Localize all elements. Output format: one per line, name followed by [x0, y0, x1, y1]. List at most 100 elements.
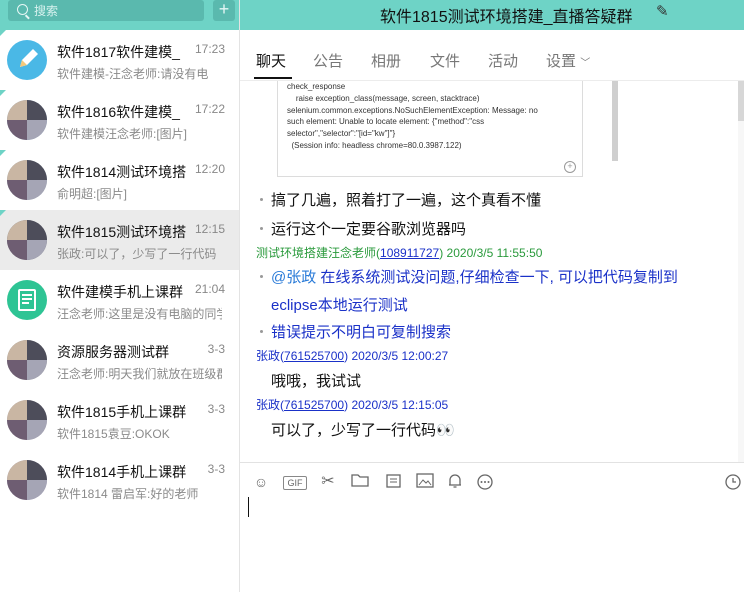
message-line-6: 哦哦，我试试 — [271, 373, 362, 390]
group-avatar — [7, 100, 47, 140]
image-scrollbar[interactable] — [612, 81, 618, 161]
conversation-preview: 俞明超:[图片] — [57, 187, 128, 201]
add-button[interactable]: + — [213, 0, 235, 21]
sender-name[interactable]: 测试环境搭建汪念老师 — [256, 246, 376, 260]
conversation-time: 21:04 — [194, 282, 225, 296]
conversation-preview: 软件1814 雷启军:好的老师 — [57, 487, 199, 501]
input-toolbar: ☺ GIF ✂ — [240, 462, 744, 501]
document-icon — [7, 280, 47, 320]
search-input[interactable]: 搜索 — [8, 0, 204, 21]
sender-qq[interactable]: 761525700 — [284, 398, 344, 412]
conversation-time: 17:22 — [194, 102, 225, 116]
conversation-item[interactable]: 软件1814测试环境搭 12:20 俞明超:[图片] — [0, 150, 239, 210]
message-header: 张政(761525700) 2020/3/5 12:15:05 — [256, 398, 449, 412]
group-avatar — [7, 340, 47, 380]
tab-chat[interactable]: 聊天 — [256, 50, 286, 71]
chat-window: 软件1815测试环境搭建_直播答疑群 ✎ 聊天 公告 相册 文件 活动 设置 ﹀… — [240, 0, 744, 592]
message-header: 测试环境搭建汪念老师(108911727) 2020/3/5 11:55:50 — [256, 246, 543, 260]
message-line-3: 在线系统测试没问题,仔细检查一下, 可以把代码复制到 — [320, 269, 678, 286]
conversation-item[interactable]: 软件1816软件建模_ 17:22 软件建模汪念老师:[图片] — [0, 90, 239, 150]
conversation-name: 软件1817软件建模_ — [57, 44, 180, 60]
conversation-preview: 张政:可以了，少写了一行代码 — [57, 247, 217, 261]
conversation-item[interactable]: 软件1815测试环境搭 12:15 张政:可以了，少写了一行代码 — [0, 210, 239, 270]
conversation-name: 软件1816软件建模_ — [57, 104, 180, 120]
message-line-1: 搞了几遍，照着打了一遍，这个真看不懂 — [271, 192, 542, 209]
conversation-name: 软件1815测试环境搭 — [57, 224, 187, 240]
message-line-4: eclipse本地运行测试 — [271, 297, 408, 314]
history-clock-icon[interactable] — [724, 473, 742, 491]
conversation-time: 3-3 — [207, 342, 225, 356]
more-icon[interactable] — [476, 473, 494, 491]
mention[interactable]: @张政 — [271, 269, 316, 286]
conversation-item[interactable]: 软件1814手机上课群 3-3 软件1814 雷启军:好的老师 — [0, 450, 239, 510]
message-time: 2020/3/5 12:00:27 — [351, 349, 449, 363]
screenshot-icon[interactable] — [385, 473, 403, 491]
screenshot-image[interactable]: check_response raise exception_class(mes… — [277, 81, 618, 177]
sender-name[interactable]: 张政 — [256, 398, 280, 412]
conversation-name: 软件建模手机上课群 — [57, 284, 183, 300]
pinned-marker — [0, 90, 6, 96]
message-text: @张政 在线系统测试没问题,仔细检查一下, 可以把代码复制到 — [260, 266, 678, 287]
edit-icon[interactable]: ✎ — [656, 2, 669, 20]
chat-title: 软件1815测试环境搭建_直播答疑群 — [380, 9, 633, 26]
pencil-icon — [7, 40, 47, 80]
group-avatar — [7, 460, 47, 500]
message-text: 搞了几遍，照着打了一遍，这个真看不懂 — [260, 189, 541, 210]
tab-album[interactable]: 相册 — [371, 50, 401, 71]
conversation-preview: 软件1815袁豆:OKOK — [57, 427, 170, 441]
conversation-preview: 汪念老师:明天我们就放在班级群 — [57, 367, 222, 381]
folder-icon[interactable] — [351, 473, 369, 491]
emoji-icon[interactable]: ☺ — [252, 473, 270, 491]
conversation-item[interactable]: 软件建模手机上课群 21:04 汪念老师:这里是没有电脑的同学 — [0, 270, 239, 330]
conversation-item[interactable]: 软件1815手机上课群 3-3 软件1815袁豆:OKOK — [0, 390, 239, 450]
sidebar-header: 搜索 + — [0, 0, 239, 30]
conversation-preview: 软件建模-汪念老师:请没有电 — [57, 67, 209, 81]
message-line-5: 错误提示不明白可复制搜索 — [271, 324, 452, 341]
conversation-time: 12:15 — [194, 222, 225, 236]
conversation-time: 17:23 — [194, 42, 225, 56]
conversation-item[interactable]: 软件1817软件建模_ 17:23 软件建模-汪念老师:请没有电 — [0, 30, 239, 90]
group-avatar — [7, 220, 47, 260]
message-time: 2020/3/5 12:15:05 — [351, 398, 449, 412]
tab-files[interactable]: 文件 — [430, 50, 460, 71]
image-icon[interactable] — [416, 473, 434, 491]
search-placeholder: 搜索 — [34, 4, 59, 18]
tab-settings[interactable]: 设置 ﹀ — [546, 50, 590, 71]
sender-qq[interactable]: 108911727 — [380, 246, 439, 260]
zoom-icon[interactable]: + — [564, 161, 576, 173]
text-input-caret[interactable] — [248, 497, 249, 517]
conversation-item[interactable]: 资源服务器测试群 3-3 汪念老师:明天我们就放在班级群 — [0, 330, 239, 390]
active-tab-indicator — [254, 77, 292, 79]
sender-name[interactable]: 张政 — [256, 349, 280, 363]
conversation-name: 软件1814手机上课群 — [57, 464, 187, 480]
message-line-7: 可以了，少写了一行代码👀 — [271, 422, 455, 439]
gif-icon[interactable]: GIF — [283, 476, 307, 490]
chevron-down-icon: ﹀ — [580, 58, 591, 69]
conversation-time: 12:20 — [194, 162, 225, 176]
conversation-preview: 汪念老师:这里是没有电脑的同学 — [57, 307, 222, 321]
message-time: 2020/3/5 11:55:50 — [446, 246, 543, 260]
scissors-icon[interactable]: ✂ — [319, 473, 337, 491]
conversation-preview: 软件建模汪念老师:[图片] — [57, 127, 188, 141]
pinned-marker — [0, 210, 6, 216]
scrollbar-thumb[interactable] — [738, 81, 744, 121]
tab-announcement[interactable]: 公告 — [313, 50, 343, 71]
code-snippet: check_response raise exception_class(mes… — [287, 82, 538, 150]
sender-qq[interactable]: 761525700 — [284, 349, 344, 363]
conversation-sidebar: 搜索 + 软件1817软件建模_ 17:23 软件建模-汪念老师:请没有电 软件181… — [0, 0, 240, 592]
pinned-marker — [0, 150, 6, 156]
message-area: check_response raise exception_class(mes… — [240, 81, 744, 462]
bell-icon[interactable] — [446, 473, 464, 491]
chat-scrollbar[interactable] — [738, 81, 744, 462]
conversation-name: 资源服务器测试群 — [57, 344, 169, 360]
pinned-marker — [0, 30, 6, 36]
tab-settings-label: 设置 — [546, 53, 577, 70]
tab-activity[interactable]: 活动 — [488, 50, 518, 71]
conversation-name: 软件1815手机上课群 — [57, 404, 187, 420]
chat-tabs: 聊天 公告 相册 文件 活动 设置 ﹀ — [240, 30, 744, 81]
message-header: 张政(761525700) 2020/3/5 12:00:27 — [256, 349, 449, 363]
group-avatar — [7, 400, 47, 440]
conversation-time: 3-3 — [207, 402, 225, 416]
search-icon — [17, 4, 28, 15]
message-text: 错误提示不明白可复制搜索 — [260, 321, 451, 342]
